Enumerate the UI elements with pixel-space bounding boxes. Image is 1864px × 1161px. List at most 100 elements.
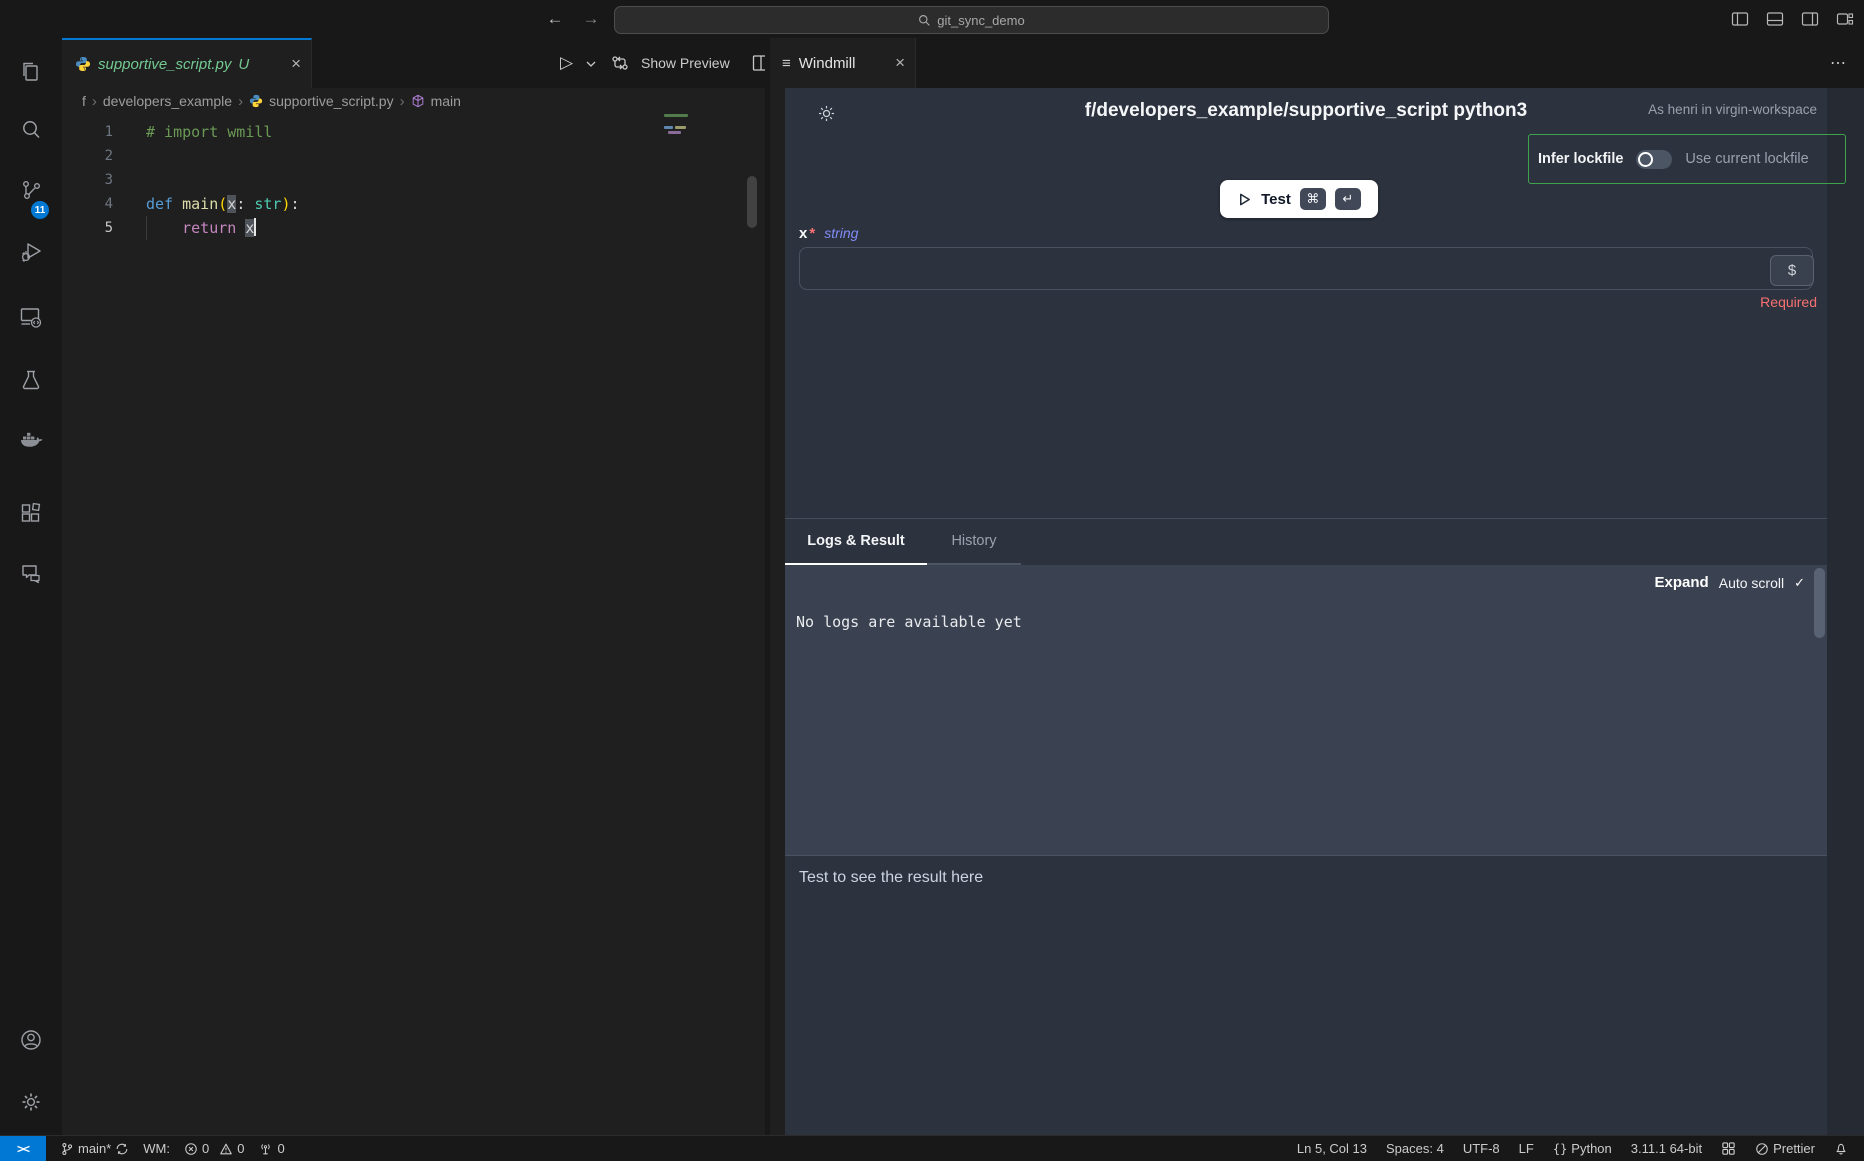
cursor-position-item[interactable]: Ln 5, Col 13: [1297, 1141, 1367, 1156]
git-status-badge: U: [238, 56, 249, 73]
error-icon: [184, 1142, 198, 1156]
run-debug-icon[interactable]: [18, 239, 44, 265]
required-validation-message: Required: [1760, 294, 1817, 310]
run-context-label: As henri in virgin-workspace: [1648, 102, 1817, 117]
minimap-mark: [668, 131, 681, 134]
kbd-cmd-icon: ⌘: [1300, 188, 1326, 210]
tab-supportive-script[interactable]: supportive_script.py U ×: [62, 38, 312, 88]
remote-indicator[interactable]: ><: [0, 1136, 46, 1161]
autoscroll-label[interactable]: Auto scroll: [1719, 575, 1784, 591]
tab-label: supportive_script.py: [98, 56, 231, 73]
line-number: 4: [62, 192, 113, 216]
nav-forward-icon[interactable]: →: [579, 7, 603, 31]
windmill-list-icon: ≡: [782, 55, 791, 72]
tab-close-icon[interactable]: ×: [291, 54, 301, 74]
prettier-check-icon: [1755, 1142, 1769, 1156]
warning-count: 0: [237, 1141, 244, 1156]
search-sidebar-icon[interactable]: [18, 117, 44, 143]
error-count: 0: [202, 1141, 209, 1156]
toggle-panel-bottom-icon[interactable]: [1766, 10, 1784, 28]
windmill-panel: f/developers_example/supportive_script p…: [770, 88, 1864, 1135]
prettier-item[interactable]: Prettier: [1755, 1141, 1815, 1156]
check-icon: ✓: [1794, 575, 1805, 591]
logs-scrollbar[interactable]: [1814, 568, 1825, 638]
run-dropdown-chevron-icon[interactable]: [586, 60, 596, 68]
argument-label-row: x* string: [799, 225, 858, 242]
testing-flask-icon[interactable]: [18, 367, 44, 393]
breadcrumb: f › developers_example › supportive_scri…: [62, 88, 785, 114]
text-cursor: [254, 218, 256, 236]
git-branch-icon: [60, 1142, 74, 1156]
breadcrumb-root[interactable]: f: [82, 93, 86, 109]
account-icon[interactable]: [18, 1027, 44, 1053]
radio-tower-icon: [258, 1142, 273, 1156]
problems-item[interactable]: 0 0: [184, 1141, 244, 1156]
settings-gear-icon[interactable]: [18, 1089, 44, 1115]
no-logs-message: No logs are available yet: [796, 613, 1022, 631]
code-line-1: # import wmill: [146, 120, 272, 144]
breadcrumb-separator: ›: [238, 93, 243, 110]
required-star: *: [809, 225, 815, 242]
language-mode-item[interactable]: {}Python: [1553, 1141, 1612, 1156]
expand-button[interactable]: Expand: [1655, 574, 1709, 591]
arg-x-input[interactable]: [799, 247, 1813, 290]
notifications-bell-icon[interactable]: [1834, 1141, 1848, 1156]
remote-explorer-icon[interactable]: [18, 304, 44, 330]
sync-icon: [115, 1142, 129, 1156]
webview-scrollbar-gutter[interactable]: [1827, 88, 1864, 1135]
scm-badge: 11: [31, 201, 49, 219]
lockfile-toggle[interactable]: [1636, 150, 1672, 169]
search-icon: [918, 14, 931, 27]
expression-dollar-button[interactable]: $: [1770, 255, 1814, 286]
comments-icon[interactable]: [18, 560, 44, 586]
encoding-item[interactable]: UTF-8: [1463, 1141, 1500, 1156]
breadcrumb-symbol[interactable]: main: [431, 93, 461, 109]
open-changes-icon[interactable]: [610, 53, 630, 73]
windmill-more-actions-icon[interactable]: ⋯: [1830, 38, 1847, 88]
logs-result-tabbar: Logs & Result History: [785, 519, 1021, 565]
source-control-icon[interactable]: [18, 177, 44, 203]
warning-icon: [219, 1142, 233, 1156]
wm-status-item[interactable]: WM:: [143, 1141, 170, 1156]
minimap-mark: [664, 126, 673, 129]
activity-bar: 11: [0, 38, 63, 1135]
python-file-icon: [75, 56, 91, 72]
toggle-sidebar-left-icon[interactable]: [1731, 10, 1749, 28]
tab-close-icon[interactable]: ×: [895, 53, 905, 73]
editor-tab-bar: supportive_script.py U × ▷ Show Preview …: [62, 38, 1864, 89]
customize-layout-icon[interactable]: [1836, 10, 1854, 28]
code-editor[interactable]: 1 2 3 4 5 # import wmill def main(x: str…: [62, 114, 765, 1135]
run-python-file-button[interactable]: ▷: [560, 38, 573, 88]
nav-back-icon[interactable]: ←: [543, 7, 567, 31]
tab-history[interactable]: History: [927, 519, 1021, 565]
extensions-icon[interactable]: [18, 500, 44, 526]
line-number-current: 5: [62, 216, 113, 240]
editor-scrollbar[interactable]: [747, 176, 757, 228]
tab-windmill[interactable]: ≡ Windmill ×: [770, 38, 916, 88]
docker-icon[interactable]: [18, 427, 44, 453]
indentation-item[interactable]: Spaces: 4: [1386, 1141, 1444, 1156]
interpreter-item[interactable]: 3.11.1 64-bit: [1631, 1141, 1702, 1156]
command-center-search[interactable]: git_sync_demo: [614, 6, 1329, 34]
breadcrumb-separator: ›: [400, 93, 405, 110]
code-line-5: return x: [146, 216, 256, 240]
extension-status-icon[interactable]: [1721, 1141, 1736, 1156]
tab-label: Windmill: [799, 55, 856, 72]
toggle-knob: [1638, 152, 1653, 167]
code-line-4: def main(x: str):: [146, 192, 300, 216]
branch-item[interactable]: main*: [60, 1141, 129, 1156]
explorer-icon[interactable]: [18, 59, 44, 85]
toggle-sidebar-right-icon[interactable]: [1801, 10, 1819, 28]
ports-item[interactable]: 0: [258, 1141, 284, 1156]
show-preview-button[interactable]: Show Preview: [641, 38, 730, 88]
result-placeholder: Test to see the result here: [799, 869, 983, 887]
title-bar: ← → git_sync_demo: [0, 0, 1864, 39]
breadcrumb-file[interactable]: supportive_script.py: [269, 93, 394, 109]
line-number: 3: [62, 168, 113, 192]
test-button[interactable]: Test ⌘ ↵: [1220, 180, 1378, 218]
eol-item[interactable]: LF: [1519, 1141, 1534, 1156]
breadcrumb-folder[interactable]: developers_example: [103, 93, 232, 109]
tab-logs-result[interactable]: Logs & Result: [785, 519, 927, 565]
arg-type: string: [824, 225, 858, 241]
branch-label: main*: [78, 1141, 111, 1156]
